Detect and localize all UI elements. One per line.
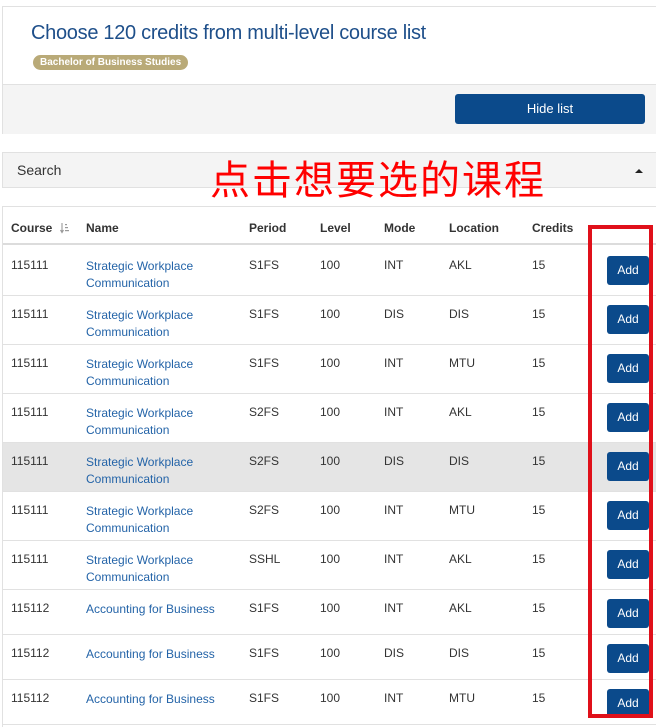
course-code: 115111 — [11, 503, 49, 517]
credits-cell: 15 — [532, 454, 546, 468]
location-cell: MTU — [449, 356, 475, 370]
level-cell: 100 — [320, 405, 341, 419]
panel-footer: Hide list — [3, 84, 656, 134]
course-code: 115111 — [11, 454, 49, 468]
level-cell: 100 — [320, 601, 341, 615]
location-cell: AKL — [449, 601, 472, 615]
location-cell: MTU — [449, 503, 475, 517]
level-cell: 100 — [320, 503, 341, 517]
hide-list-button[interactable]: Hide list — [455, 94, 645, 124]
mode-cell: DIS — [384, 454, 405, 468]
table-row: 115111 Strategic Workplace Communication S… — [3, 247, 656, 296]
course-code: 115112 — [11, 691, 50, 705]
course-name-link[interactable]: Strategic Workplace Communication — [86, 552, 226, 586]
credits-cell: 15 — [532, 691, 546, 705]
credits-cell: 15 — [532, 552, 546, 566]
column-header-level[interactable]: Level — [320, 221, 351, 235]
location-cell: AKL — [449, 258, 472, 272]
column-header-location[interactable]: Location — [449, 221, 499, 235]
credits-cell: 15 — [532, 307, 546, 321]
course-code: 115111 — [11, 258, 49, 272]
column-header-mode[interactable]: Mode — [384, 221, 415, 235]
column-header-period[interactable]: Period — [249, 221, 286, 235]
period-cell: S1FS — [249, 307, 280, 321]
credits-cell: 15 — [532, 258, 546, 272]
period-cell: S2FS — [249, 503, 280, 517]
table-row: 115111 Strategic Workplace Communication S… — [3, 394, 656, 443]
period-cell: S2FS — [249, 454, 280, 468]
course-list-panel: Choose 120 credits from multi-level cour… — [2, 6, 656, 134]
mode-cell: INT — [384, 552, 404, 566]
credits-cell: 15 — [532, 601, 546, 615]
course-name-link[interactable]: Strategic Workplace Communication — [86, 503, 226, 537]
mode-cell: INT — [384, 691, 404, 705]
mode-cell: DIS — [384, 646, 405, 660]
credits-cell: 15 — [532, 503, 546, 517]
annotation-text: 点击想要选的课程 — [210, 158, 546, 204]
course-code: 115111 — [11, 307, 49, 321]
course-name-link[interactable]: Strategic Workplace Communication — [86, 258, 226, 292]
course-name-link[interactable]: Strategic Workplace Communication — [86, 356, 226, 390]
credits-cell: 15 — [532, 405, 546, 419]
column-header-credits[interactable]: Credits — [532, 221, 573, 235]
course-code: 115112 — [11, 601, 50, 615]
table-row: 115111 Strategic Workplace Communication S… — [3, 492, 656, 541]
caret-up-icon[interactable] — [635, 169, 643, 173]
period-cell: S2FS — [249, 405, 280, 419]
course-table: Course Name Period Level Mode Location C… — [2, 206, 656, 727]
mode-cell: INT — [384, 601, 404, 615]
table-row: 115111 Strategic Workplace Communication S… — [3, 296, 656, 345]
column-header-name[interactable]: Name — [86, 221, 119, 235]
level-cell: 100 — [320, 454, 341, 468]
mode-cell: DIS — [384, 307, 405, 321]
course-name-link[interactable]: Accounting for Business — [86, 646, 226, 663]
programme-badge: Bachelor of Business Studies — [33, 55, 189, 70]
search-label: Search — [17, 162, 62, 178]
table-row: 115112 Accounting for Business S1FS 100 INT A… — [3, 590, 656, 635]
table-row: 115112 Accounting for Business S1FS 100 INT M… — [3, 680, 656, 725]
credits-cell: 15 — [532, 646, 546, 660]
mode-cell: INT — [384, 503, 404, 517]
table-row: 115111 Strategic Workplace Communication S… — [3, 443, 656, 492]
page-title: Choose 120 credits from multi-level cour… — [31, 22, 426, 44]
location-cell: DIS — [449, 307, 470, 321]
table-row: 115112 Accounting for Business S1FS 100 DIS D… — [3, 635, 656, 680]
period-cell: SSHL — [249, 552, 281, 566]
mode-cell: INT — [384, 356, 404, 370]
sort-icon[interactable] — [60, 222, 70, 234]
period-cell: S1FS — [249, 258, 280, 272]
course-code: 115111 — [11, 356, 49, 370]
location-cell: MTU — [449, 691, 475, 705]
level-cell: 100 — [320, 258, 341, 272]
column-header-course[interactable]: Course — [11, 221, 52, 235]
mode-cell: INT — [384, 258, 404, 272]
location-cell: AKL — [449, 552, 472, 566]
course-name-link[interactable]: Strategic Workplace Communication — [86, 454, 226, 488]
course-name-link[interactable]: Accounting for Business — [86, 601, 226, 618]
annotation-highlight-box — [588, 225, 653, 718]
table-row: 115111 Strategic Workplace Communication S… — [3, 345, 656, 394]
mode-cell: INT — [384, 405, 404, 419]
course-code: 115112 — [11, 646, 50, 660]
level-cell: 100 — [320, 646, 341, 660]
level-cell: 100 — [320, 307, 341, 321]
location-cell: DIS — [449, 454, 470, 468]
period-cell: S1FS — [249, 691, 280, 705]
level-cell: 100 — [320, 552, 341, 566]
course-code: 115111 — [11, 405, 49, 419]
course-name-link[interactable]: Strategic Workplace Communication — [86, 405, 226, 439]
level-cell: 100 — [320, 691, 341, 705]
period-cell: S1FS — [249, 356, 280, 370]
credits-cell: 15 — [532, 356, 546, 370]
location-cell: DIS — [449, 646, 470, 660]
period-cell: S1FS — [249, 601, 280, 615]
table-header: Course Name Period Level Mode Location C… — [3, 207, 656, 245]
course-name-link[interactable]: Strategic Workplace Communication — [86, 307, 226, 341]
period-cell: S1FS — [249, 646, 280, 660]
course-code: 115111 — [11, 552, 49, 566]
location-cell: AKL — [449, 405, 472, 419]
level-cell: 100 — [320, 356, 341, 370]
table-row: 115111 Strategic Workplace Communication S… — [3, 541, 656, 590]
course-name-link[interactable]: Accounting for Business — [86, 691, 226, 708]
